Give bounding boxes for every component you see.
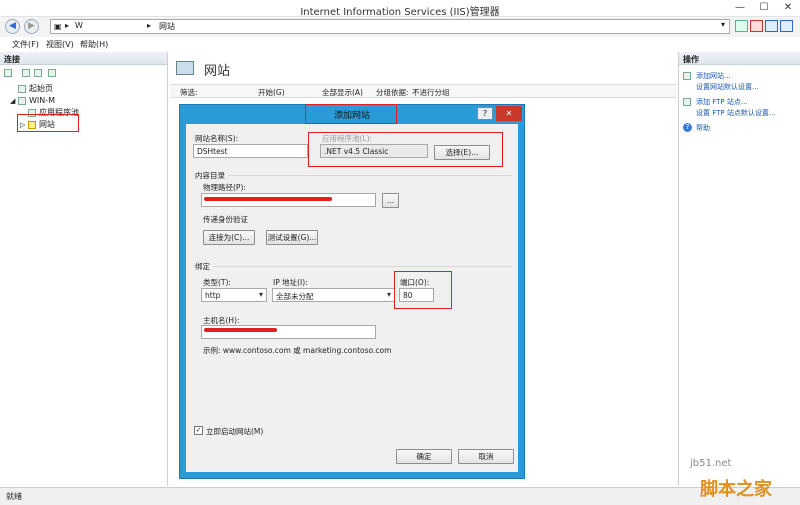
up-icon[interactable] (34, 69, 42, 77)
computer-icon: ▣ (54, 22, 62, 31)
actions-panel: 操作 添加网站... 设置网站默认设置... 添加 FTP 站点... 设置 F… (678, 52, 800, 486)
status-bar: 就绪 (0, 487, 800, 505)
expand-icon[interactable]: ◢ (10, 97, 15, 105)
window-title-bar: Internet Information Services (IIS)管理器 —… (0, 0, 800, 18)
filter-bar: 筛选: 开始(G) 全部显示(A) 分组依据: 不进行分组 (170, 84, 676, 98)
globe-icon[interactable] (48, 69, 56, 77)
physical-path-label: 物理路径(P): (203, 183, 246, 192)
annotation-box-sites (17, 114, 79, 132)
redaction-mark (204, 197, 332, 201)
help-icon[interactable] (780, 20, 793, 32)
breadcrumb-sites[interactable]: 网站 (159, 21, 175, 32)
add-website-dialog: 添加网站 ? ✕ 网站名称(S): DSHtest 应用程序池(L): .NET… (179, 104, 525, 479)
filter-label: 筛选: (180, 88, 198, 97)
breadcrumb-separator: ▸ (65, 21, 70, 30)
tree-item-server[interactable]: ◢ WIN-M (10, 95, 55, 106)
add-ftp-icon (683, 98, 691, 106)
help-link[interactable]: 帮助 (696, 123, 710, 133)
test-settings-button[interactable]: 测试设置(G)... (266, 230, 318, 245)
start-immediately-label: 立即启动网站(M) (206, 427, 264, 436)
minimize-button[interactable]: — (728, 0, 752, 16)
show-all-button[interactable]: 全部显示(A) (322, 87, 363, 98)
watermark-brand: 脚本之家 (700, 479, 772, 500)
ok-button[interactable]: 确定 (396, 449, 452, 464)
browse-button[interactable]: ... (382, 193, 399, 208)
connections-panel: 连接 起始页 ◢ WIN-M 应用程序池 ▷ 网站 (0, 52, 168, 486)
group-by-label: 分组依据: (376, 88, 409, 97)
chevron-down-icon[interactable]: ▾ (721, 20, 725, 29)
start-page-icon (18, 84, 26, 93)
connections-header: 连接 (0, 52, 167, 65)
window-title: Internet Information Services (IIS)管理器 (300, 7, 500, 18)
section-divider (194, 266, 512, 267)
dialog-help-button[interactable]: ? (477, 107, 493, 120)
ip-address-label: IP 地址(I): (273, 278, 308, 287)
site-name-input[interactable]: DSHtest (193, 144, 308, 158)
connect-as-button[interactable]: 连接为(C)... (203, 230, 255, 245)
site-defaults-link[interactable]: 设置网站默认设置... (696, 82, 759, 92)
actions-header: 操作 (679, 52, 800, 65)
help-circle-icon: ? (683, 123, 692, 132)
add-ftp-link[interactable]: 添加 FTP 站点... (696, 97, 748, 107)
close-window-button[interactable]: ✕ (776, 0, 800, 16)
address-field[interactable]: ▣ ▸ W ▸ 网站 ▾ (50, 19, 730, 34)
address-bar: ◀ ▶ ▣ ▸ W ▸ 网站 ▾ (0, 17, 800, 37)
breadcrumb-separator: ▸ (147, 21, 152, 30)
annotation-box-port (394, 271, 452, 309)
dialog-close-button[interactable]: ✕ (496, 106, 522, 121)
back-icon[interactable]: ◀ (5, 19, 20, 34)
redaction-mark (204, 328, 277, 332)
page-title: 网站 (204, 64, 231, 79)
maximize-button[interactable]: ☐ (752, 0, 776, 16)
dialog-body: 网站名称(S): DSHtest 应用程序池(L): .NET v4.5 Cla… (186, 124, 518, 472)
status-text: 就绪 (6, 492, 22, 501)
start-filter-button[interactable]: 开始(G) (258, 87, 285, 98)
dialog-title-bar: 添加网站 ? ✕ (180, 104, 524, 124)
save-icon[interactable] (22, 69, 30, 77)
content-dir-label: 内容目录 (195, 170, 228, 181)
group-by-select[interactable]: 不进行分组 (412, 87, 450, 98)
site-name-label: 网站名称(S): (195, 134, 239, 143)
annotation-box-title (305, 104, 397, 124)
annotation-box-app-pool (308, 132, 503, 167)
home-icon[interactable] (765, 20, 778, 32)
host-example-text: 示例: www.contoso.com 或 marketing.contoso.… (203, 346, 392, 355)
connections-toolbar (4, 68, 164, 80)
ip-address-select[interactable]: 全部未分配 (272, 288, 395, 302)
menu-view[interactable]: 视图(V) (46, 39, 74, 50)
menu-file[interactable]: 文件(F) (12, 39, 39, 50)
refresh-icon[interactable] (735, 20, 748, 32)
passthrough-auth-label: 传递身份验证 (203, 215, 248, 224)
add-site-icon (683, 72, 691, 80)
cancel-button[interactable]: 取消 (458, 449, 514, 464)
connect-icon[interactable] (4, 69, 12, 77)
tree-item-start-page[interactable]: 起始页 (18, 83, 53, 94)
type-select[interactable]: http (201, 288, 267, 302)
menu-help[interactable]: 帮助(H) (80, 39, 108, 50)
section-divider (194, 175, 512, 176)
binding-label: 绑定 (195, 261, 213, 272)
sites-icon (176, 61, 194, 75)
add-site-link[interactable]: 添加网站... (696, 71, 731, 81)
forward-icon[interactable]: ▶ (24, 19, 39, 34)
watermark-site: jb51.net (690, 458, 732, 469)
breadcrumb-server[interactable]: W (75, 21, 83, 30)
type-label: 类型(T): (203, 278, 231, 287)
server-icon (17, 96, 26, 105)
stop-icon[interactable] (750, 20, 763, 32)
start-immediately-checkbox[interactable]: ✓ (194, 426, 203, 435)
ftp-defaults-link[interactable]: 设置 FTP 站点默认设置... (696, 108, 776, 118)
menu-bar: 文件(F) 视图(V) 帮助(H) (0, 37, 800, 51)
